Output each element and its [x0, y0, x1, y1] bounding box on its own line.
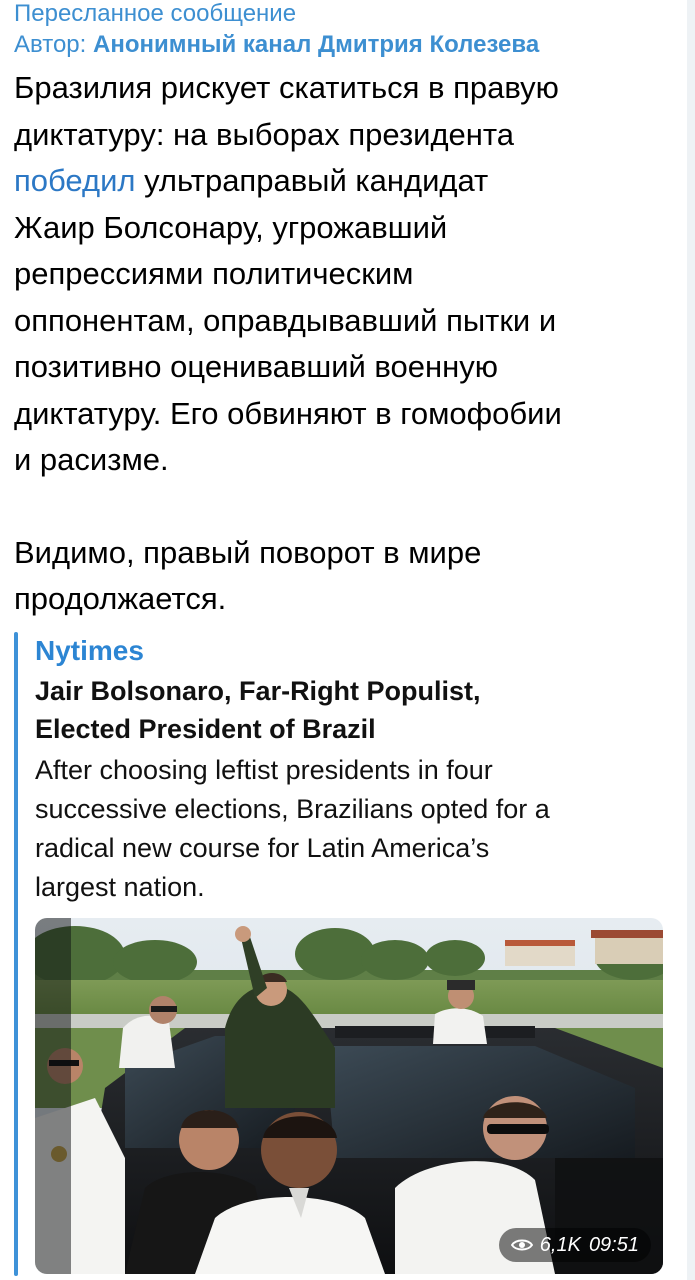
preview-title: Jair Bolsonaro, Far-Right Populist, Elec…: [35, 672, 665, 748]
forwarded-label: Пересланное сообщение: [14, 0, 297, 27]
message-line: репрессиями политическим: [14, 256, 414, 291]
message-line: Видимо, правый поворот в мире: [14, 534, 482, 570]
message-line: позитивно оценивавший военную: [14, 349, 499, 384]
message-line: диктатуру: на выборах президента: [14, 116, 515, 152]
author-prefix: Автор:: [14, 31, 93, 58]
link-preview[interactable]: Nytimes Jair Bolsonaro, Far-Right Populi…: [14, 632, 669, 1276]
preview-accent-bar: [14, 632, 18, 1276]
message-line: Жаир Болсонару, угрожавший: [14, 209, 448, 245]
page-edge-strip: [687, 0, 695, 1280]
message-line: Бразилия рискует скатиться в правую: [14, 70, 559, 105]
view-count: 6,1K: [539, 1234, 581, 1256]
preview-description-line: largest nation.: [35, 872, 205, 902]
preview-photo[interactable]: 6,1K 09:51: [35, 918, 663, 1274]
message-line: диктатуру. Его обвиняют в гомофобии: [14, 395, 562, 431]
eye-icon: [510, 1239, 533, 1251]
preview-description-line: After choosing leftist presidents in fou…: [35, 755, 493, 785]
message-time: 09:51: [588, 1234, 639, 1256]
preview-site-name: Nytimes: [35, 635, 144, 666]
message-line-rest: ультраправый кандидат: [135, 163, 489, 198]
message-line: продолжается.: [14, 581, 227, 616]
author-name[interactable]: Анонимный канал Дмитрия Колезева: [93, 31, 539, 58]
message-line: победил ультраправый кандидат: [14, 158, 682, 205]
message-line: оппонентам, оправдывавший пытки и: [14, 302, 557, 338]
message-text: Бразилия рискует скатиться в правую дикт…: [14, 65, 682, 623]
preview-description-line: radical new course for Latin America’s: [35, 833, 490, 863]
views-and-time-badge: 6,1K 09:51: [498, 1228, 651, 1262]
news-photo-image: [35, 918, 663, 1274]
forwarded-author[interactable]: Автор: Анонимный канал Дмитрия Колезева: [14, 30, 682, 60]
preview-title-line: Elected President of Brazil: [35, 714, 376, 744]
message-line: и расизме.: [14, 442, 169, 477]
preview-description: After choosing leftist presidents in fou…: [35, 751, 665, 907]
preview-title-line: Jair Bolsonaro, Far-Right Populist,: [35, 676, 481, 706]
article-link[interactable]: победил: [14, 163, 136, 198]
preview-description-line: successive elections, Brazilians opted f…: [35, 794, 550, 824]
message-bubble: Пересланное сообщение Автор: Анонимный к…: [14, 0, 682, 623]
